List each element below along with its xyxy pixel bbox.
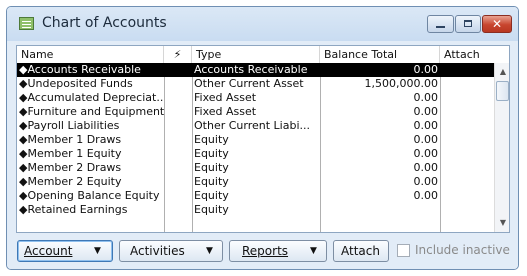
- chevron-down-icon: ▼: [206, 246, 213, 256]
- reports-menu-button[interactable]: Reports ▼: [229, 240, 327, 262]
- table-row[interactable]: ◆Member 1 Equity Equity 0.00: [17, 147, 494, 161]
- account-type: Other Current Asset: [194, 77, 304, 90]
- table-row[interactable]: ◆Accounts Receivable Accounts Receivable…: [17, 63, 494, 77]
- accounts-list-panel: Name ⚡ Type Balance Total Attach ◆Accoun…: [16, 45, 510, 233]
- account-type: Fixed Asset: [194, 91, 257, 104]
- table-row[interactable]: ◆Member 1 Draws Equity 0.00: [17, 133, 494, 147]
- account-name: ◆Payroll Liabilities: [19, 119, 120, 132]
- account-name: ◆Accounts Receivable: [19, 63, 141, 76]
- accounts-rows: ◆Accounts Receivable Accounts Receivable…: [17, 63, 494, 232]
- minimize-button[interactable]: [427, 15, 454, 33]
- account-type: Equity: [194, 133, 229, 146]
- account-type: Equity: [194, 175, 229, 188]
- account-menu-button[interactable]: Account ▼: [17, 240, 113, 262]
- account-balance: 0.00: [413, 161, 439, 174]
- footer-toolbar: Account ▼ Activities ▼ Reports ▼ Attach …: [7, 235, 518, 269]
- header-name[interactable]: Name: [17, 46, 164, 63]
- account-name: ◆Member 2 Equity: [19, 175, 122, 188]
- scroll-up-icon[interactable]: ▲: [496, 65, 509, 79]
- chart-of-accounts-window: Chart of Accounts ✕ Name ⚡ Type Balance …: [6, 6, 519, 270]
- account-type: Accounts Receivable: [194, 63, 308, 76]
- header-attach[interactable]: Attach: [440, 46, 494, 63]
- account-name: ◆Retained Earnings: [19, 203, 128, 216]
- account-balance: 0.00: [413, 105, 439, 118]
- window-title: Chart of Accounts: [42, 15, 167, 31]
- account-type: Other Current Liabi...: [194, 119, 310, 132]
- table-row[interactable]: ◆Member 2 Draws Equity 0.00: [17, 161, 494, 175]
- account-balance: 0.00: [413, 189, 439, 202]
- account-balance: [320, 203, 440, 217]
- scroll-down-icon[interactable]: ▼: [496, 216, 509, 230]
- account-name: ◆Opening Balance Equity: [19, 189, 160, 202]
- table-row[interactable]: ◆Retained Earnings Equity: [17, 203, 494, 217]
- table-row[interactable]: ◆Furniture and Equipment Fixed Asset 0.0…: [17, 105, 494, 119]
- account-name: ◆Accumulated Depreciat...: [19, 91, 164, 104]
- account-type: Equity: [194, 203, 229, 216]
- close-icon: ✕: [491, 17, 503, 31]
- activities-menu-button[interactable]: Activities ▼: [119, 240, 223, 262]
- account-name: ◆Undeposited Funds: [19, 77, 133, 90]
- column-headers: Name ⚡ Type Balance Total Attach: [17, 46, 509, 64]
- table-row[interactable]: ◆Member 2 Equity Equity 0.00: [17, 175, 494, 189]
- activities-button-label: Activities: [130, 244, 185, 258]
- account-name: ◆Member 1 Equity: [19, 147, 122, 160]
- account-type: Equity: [194, 161, 229, 174]
- header-type[interactable]: Type: [192, 46, 320, 63]
- account-name: ◆Member 1 Draws: [19, 133, 122, 146]
- table-row[interactable]: ◆Undeposited Funds Other Current Asset 1…: [17, 77, 494, 91]
- title-bar[interactable]: Chart of Accounts ✕: [7, 7, 518, 41]
- maximize-button[interactable]: [455, 15, 481, 33]
- table-row[interactable]: ◆Opening Balance Equity Equity 0.00: [17, 189, 494, 203]
- close-button[interactable]: ✕: [482, 15, 512, 33]
- header-balance-total[interactable]: Balance Total: [320, 46, 440, 63]
- table-row[interactable]: ◆Payroll Liabilities Other Current Liabi…: [17, 119, 494, 133]
- scrollbar-thumb[interactable]: [496, 81, 509, 101]
- account-name: ◆Furniture and Equipment: [19, 105, 164, 118]
- account-type: Equity: [194, 147, 229, 160]
- account-balance: 0.00: [413, 175, 439, 188]
- account-name: ◆Member 2 Draws: [19, 161, 122, 174]
- table-row[interactable]: ◆Accumulated Depreciat... Fixed Asset 0.…: [17, 91, 494, 105]
- account-type: Equity: [194, 189, 229, 202]
- vertical-scrollbar[interactable]: ▲ ▼: [494, 63, 509, 232]
- account-balance: 0.00: [413, 133, 439, 146]
- account-balance: 1,500,000.00: [364, 77, 438, 90]
- account-balance: 0.00: [413, 91, 439, 104]
- chart-of-accounts-icon: [19, 17, 34, 30]
- include-inactive-label: Include inactive: [415, 243, 510, 257]
- chevron-down-icon: ▼: [310, 246, 317, 256]
- account-button-label: Account: [24, 244, 73, 258]
- account-balance: 0.00: [413, 63, 439, 76]
- attach-button-label: Attach: [341, 244, 380, 258]
- account-type: Fixed Asset: [194, 105, 257, 118]
- reports-button-label: Reports: [242, 244, 289, 258]
- maximize-icon: [464, 20, 472, 27]
- account-balance: 0.00: [413, 147, 439, 160]
- minimize-icon: [436, 26, 445, 28]
- attach-button[interactable]: Attach: [333, 240, 389, 262]
- include-inactive-checkbox[interactable]: [397, 244, 410, 257]
- chevron-down-icon: ▼: [94, 246, 101, 256]
- account-balance: 0.00: [413, 119, 439, 132]
- header-flag[interactable]: ⚡: [164, 46, 192, 63]
